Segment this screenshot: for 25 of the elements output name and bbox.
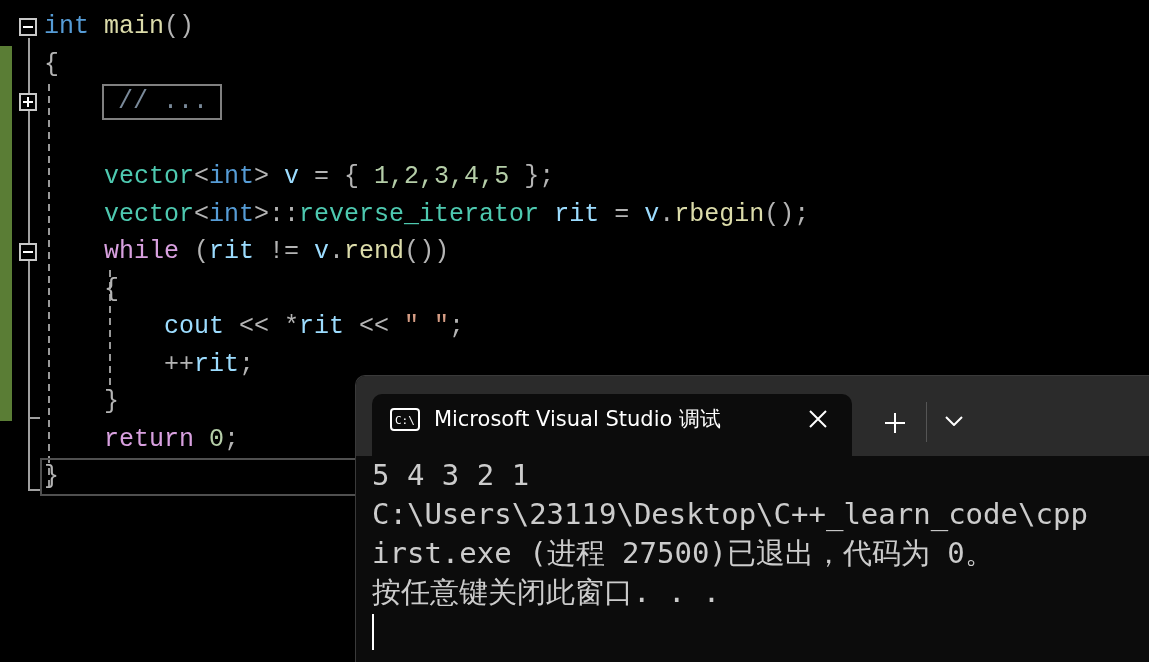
text-cursor [372, 614, 374, 650]
code-line: ++rit; [163, 349, 255, 379]
code-line: return 0; [103, 424, 240, 454]
console-tab[interactable]: C:\ Microsoft Visual Studio 调试 [372, 394, 852, 456]
console-output-line: 按任意键关闭此窗口. . . [372, 574, 722, 611]
console-output-line: C:\Users\23119\Desktop\C++_learn_code\cpp [372, 496, 1089, 533]
code-line: vector<int> v = { 1,2,3,4,5 }; [103, 162, 555, 192]
close-icon[interactable] [808, 409, 828, 429]
code-line: while (rit != v.rend()) [103, 237, 450, 267]
console-output-line: 5 4 3 2 1 [372, 457, 531, 494]
add-tab-icon[interactable] [884, 412, 906, 434]
collapse-icon[interactable] [19, 17, 37, 36]
code-line: } [44, 462, 59, 492]
code-line: int main() [44, 12, 195, 42]
terminal-icon: C:\ [390, 407, 420, 431]
code-line: { [44, 49, 59, 79]
collapsed-region[interactable]: // ... [102, 83, 222, 120]
code-line: vector<int>::reverse_iterator rit = v.rbegin(); [103, 199, 810, 229]
code-line: { [103, 274, 119, 304]
expand-icon[interactable] [19, 92, 37, 111]
console-output-line: irst.exe (进程 27500)已退出，代码为 0。 [372, 535, 995, 572]
code-line: cout << *rit << " "; [163, 312, 465, 342]
chevron-down-icon[interactable] [945, 416, 963, 426]
collapse-icon[interactable] [19, 242, 37, 261]
code-line: } [103, 387, 119, 417]
